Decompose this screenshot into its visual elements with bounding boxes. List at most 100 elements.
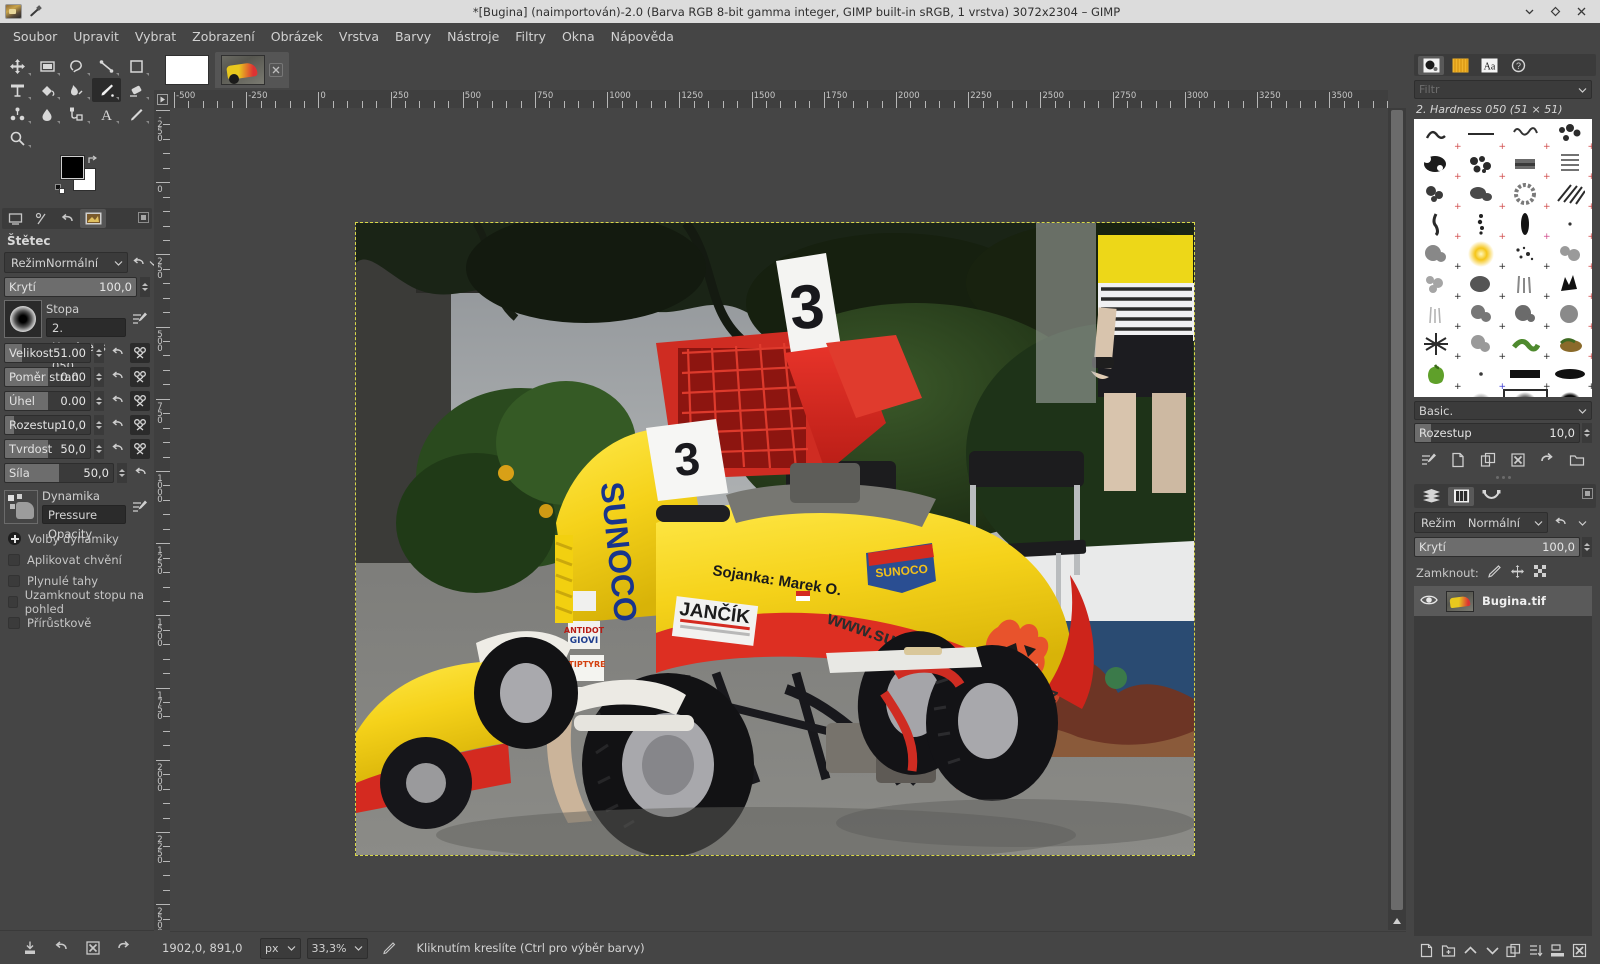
free-select-tool[interactable]	[62, 54, 92, 78]
brush-item[interactable]: +	[1548, 299, 1592, 332]
brush-item[interactable]: +	[1459, 269, 1506, 302]
brush-item[interactable]: +	[1503, 149, 1551, 182]
brush-spacing-stepper[interactable]	[1582, 423, 1592, 443]
eraser-tool[interactable]	[121, 78, 151, 102]
brush-item-green-pepper[interactable]: +	[1414, 359, 1462, 392]
image-tab-untitled[interactable]	[159, 52, 215, 88]
scrollbar-thumb[interactable]	[1391, 110, 1403, 910]
smudge-tool[interactable]	[62, 78, 92, 102]
menu-zobrazeni[interactable]: Zobrazení	[184, 25, 263, 48]
zoom-tool[interactable]	[3, 126, 33, 150]
layer-item-bugina[interactable]: Bugina.tif	[1414, 586, 1592, 616]
paths-tab[interactable]	[1478, 487, 1504, 506]
brush-item[interactable]: +	[1548, 119, 1592, 152]
spacing-slider[interactable]: Rozestup 10,0	[4, 414, 91, 435]
horizontal-ruler[interactable]: -500 -250 0 250 500 750 1000 1250 1500 1750 2000 22…	[170, 90, 1388, 108]
brush-item[interactable]: +	[1503, 239, 1551, 272]
brush-item[interactable]: +	[1459, 329, 1506, 362]
help-tab[interactable]: ?	[1505, 56, 1531, 75]
maximize-icon[interactable]	[1549, 5, 1562, 18]
delete-brush-icon[interactable]	[1508, 450, 1528, 470]
layer-list[interactable]: Bugina.tif	[1414, 586, 1592, 936]
duplicate-layer-icon[interactable]	[1504, 940, 1524, 960]
force-slider[interactable]: Síla 50,0	[4, 462, 114, 483]
aspect-slider[interactable]: Poměr stran 0.00	[4, 366, 91, 387]
dynamics-preview[interactable]	[4, 489, 38, 524]
reset-mode-button[interactable]	[131, 253, 146, 273]
dock-separator-grip[interactable]	[1406, 473, 1600, 482]
tab-tool-options[interactable]	[80, 209, 106, 228]
brush-item[interactable]: +	[1548, 239, 1592, 272]
brush-item[interactable]: +	[1503, 299, 1551, 332]
reset-hardness-button[interactable]	[107, 439, 127, 459]
brush-item[interactable]: +	[1548, 389, 1593, 397]
checkbox-lock-brush-to-view[interactable]: Uzamknout stopu na pohled	[4, 588, 150, 616]
layer-opacity-stepper[interactable]	[1582, 537, 1592, 557]
checkbox-apply-jitter[interactable]: Aplikovat chvění	[4, 549, 150, 570]
tab-undo[interactable]	[54, 209, 80, 228]
image-tab-bugina[interactable]	[215, 52, 289, 88]
save-tool-preset-icon[interactable]	[20, 938, 40, 958]
edit-dynamics-icon[interactable]	[130, 497, 150, 517]
gradient-tool[interactable]	[121, 102, 151, 126]
brush-item[interactable]: +	[1503, 359, 1551, 392]
brush-item[interactable]: +	[1548, 179, 1592, 212]
new-layer-group-icon[interactable]	[1439, 940, 1459, 960]
image-canvas[interactable]: 3 SUNOCO 3 Sojanka: Marek O. www.sunocor…	[355, 222, 1195, 856]
lock-pixels-icon[interactable]	[1487, 564, 1502, 582]
reset-spacing-button[interactable]	[107, 415, 127, 435]
brush-item[interactable]: +	[1459, 389, 1504, 397]
force-stepper[interactable]	[117, 462, 127, 483]
swap-colors-icon[interactable]	[87, 154, 98, 163]
foreground-color-swatch[interactable]	[60, 155, 85, 180]
brush-grid[interactable]: + + + + + + + + + + + + + + + + + + + + …	[1414, 119, 1592, 397]
brush-item[interactable]: +	[1414, 329, 1462, 362]
brush-item[interactable]: +	[1459, 119, 1506, 152]
open-brush-folder-icon[interactable]	[1567, 450, 1587, 470]
transform-tool[interactable]	[3, 78, 33, 102]
tab-device-status[interactable]	[2, 209, 28, 228]
brush-item[interactable]: +	[1503, 179, 1551, 212]
reset-force-button[interactable]	[130, 463, 150, 483]
brush-item[interactable]: +	[1414, 389, 1459, 397]
layer-visibility-icon[interactable]	[1420, 593, 1438, 610]
unit-combo[interactable]: px	[260, 937, 301, 959]
size-slider[interactable]: Velikost 51.00	[4, 342, 91, 363]
menu-upravit[interactable]: Upravit	[65, 25, 127, 48]
brush-item[interactable]: +	[1459, 179, 1506, 212]
brush-item[interactable]: +	[1459, 359, 1506, 392]
edit-brush-icon[interactable]	[130, 309, 150, 329]
bucket-fill-tool[interactable]	[33, 78, 63, 102]
brush-spacing-slider[interactable]: Rozestup 10,0	[1414, 423, 1580, 443]
reset-colors-icon[interactable]	[55, 184, 66, 195]
menu-vrstva[interactable]: Vrstva	[331, 25, 387, 48]
lock-position-icon[interactable]	[1510, 564, 1525, 582]
layers-tab[interactable]	[1418, 487, 1444, 506]
measure-tool[interactable]	[92, 54, 122, 78]
size-stepper[interactable]	[94, 342, 104, 363]
dynamics-options-expander[interactable]: Volby dynamiky	[4, 528, 150, 549]
brush-item[interactable]: +	[1414, 149, 1462, 182]
new-layer-icon[interactable]	[1417, 940, 1437, 960]
brush-item[interactable]: +	[1459, 149, 1506, 182]
brush-item[interactable]: +	[1503, 209, 1551, 242]
brush-item[interactable]: +	[1548, 209, 1592, 242]
edit-brush-icon[interactable]	[1419, 450, 1439, 470]
brush-set-combo[interactable]: Basic.	[1414, 401, 1592, 420]
angle-slider[interactable]: Úhel 0.00	[4, 390, 91, 411]
mode-combo[interactable]: Režim Normální	[4, 252, 129, 273]
crop-tool[interactable]	[121, 54, 151, 78]
zoom-combo[interactable]: 33,3%	[306, 937, 369, 959]
hardness-slider[interactable]: Tvrdost 50,0	[4, 438, 91, 459]
layer-opacity-slider[interactable]: Krytí 100,0	[1414, 537, 1580, 557]
layer-mode-combo[interactable]: Režim Normální	[1414, 512, 1548, 533]
rect-select-tool[interactable]	[33, 54, 63, 78]
aspect-stepper[interactable]	[94, 366, 104, 387]
brush-item[interactable]: +	[1414, 269, 1462, 302]
spacing-stepper[interactable]	[94, 414, 104, 435]
link-spacing-dynamics-button[interactable]	[130, 414, 150, 435]
brush-filter-input[interactable]: Filtr	[1414, 80, 1592, 99]
restore-tool-preset-icon[interactable]	[51, 938, 71, 958]
opacity-stepper[interactable]	[140, 276, 150, 297]
channels-tab[interactable]	[1448, 486, 1474, 506]
